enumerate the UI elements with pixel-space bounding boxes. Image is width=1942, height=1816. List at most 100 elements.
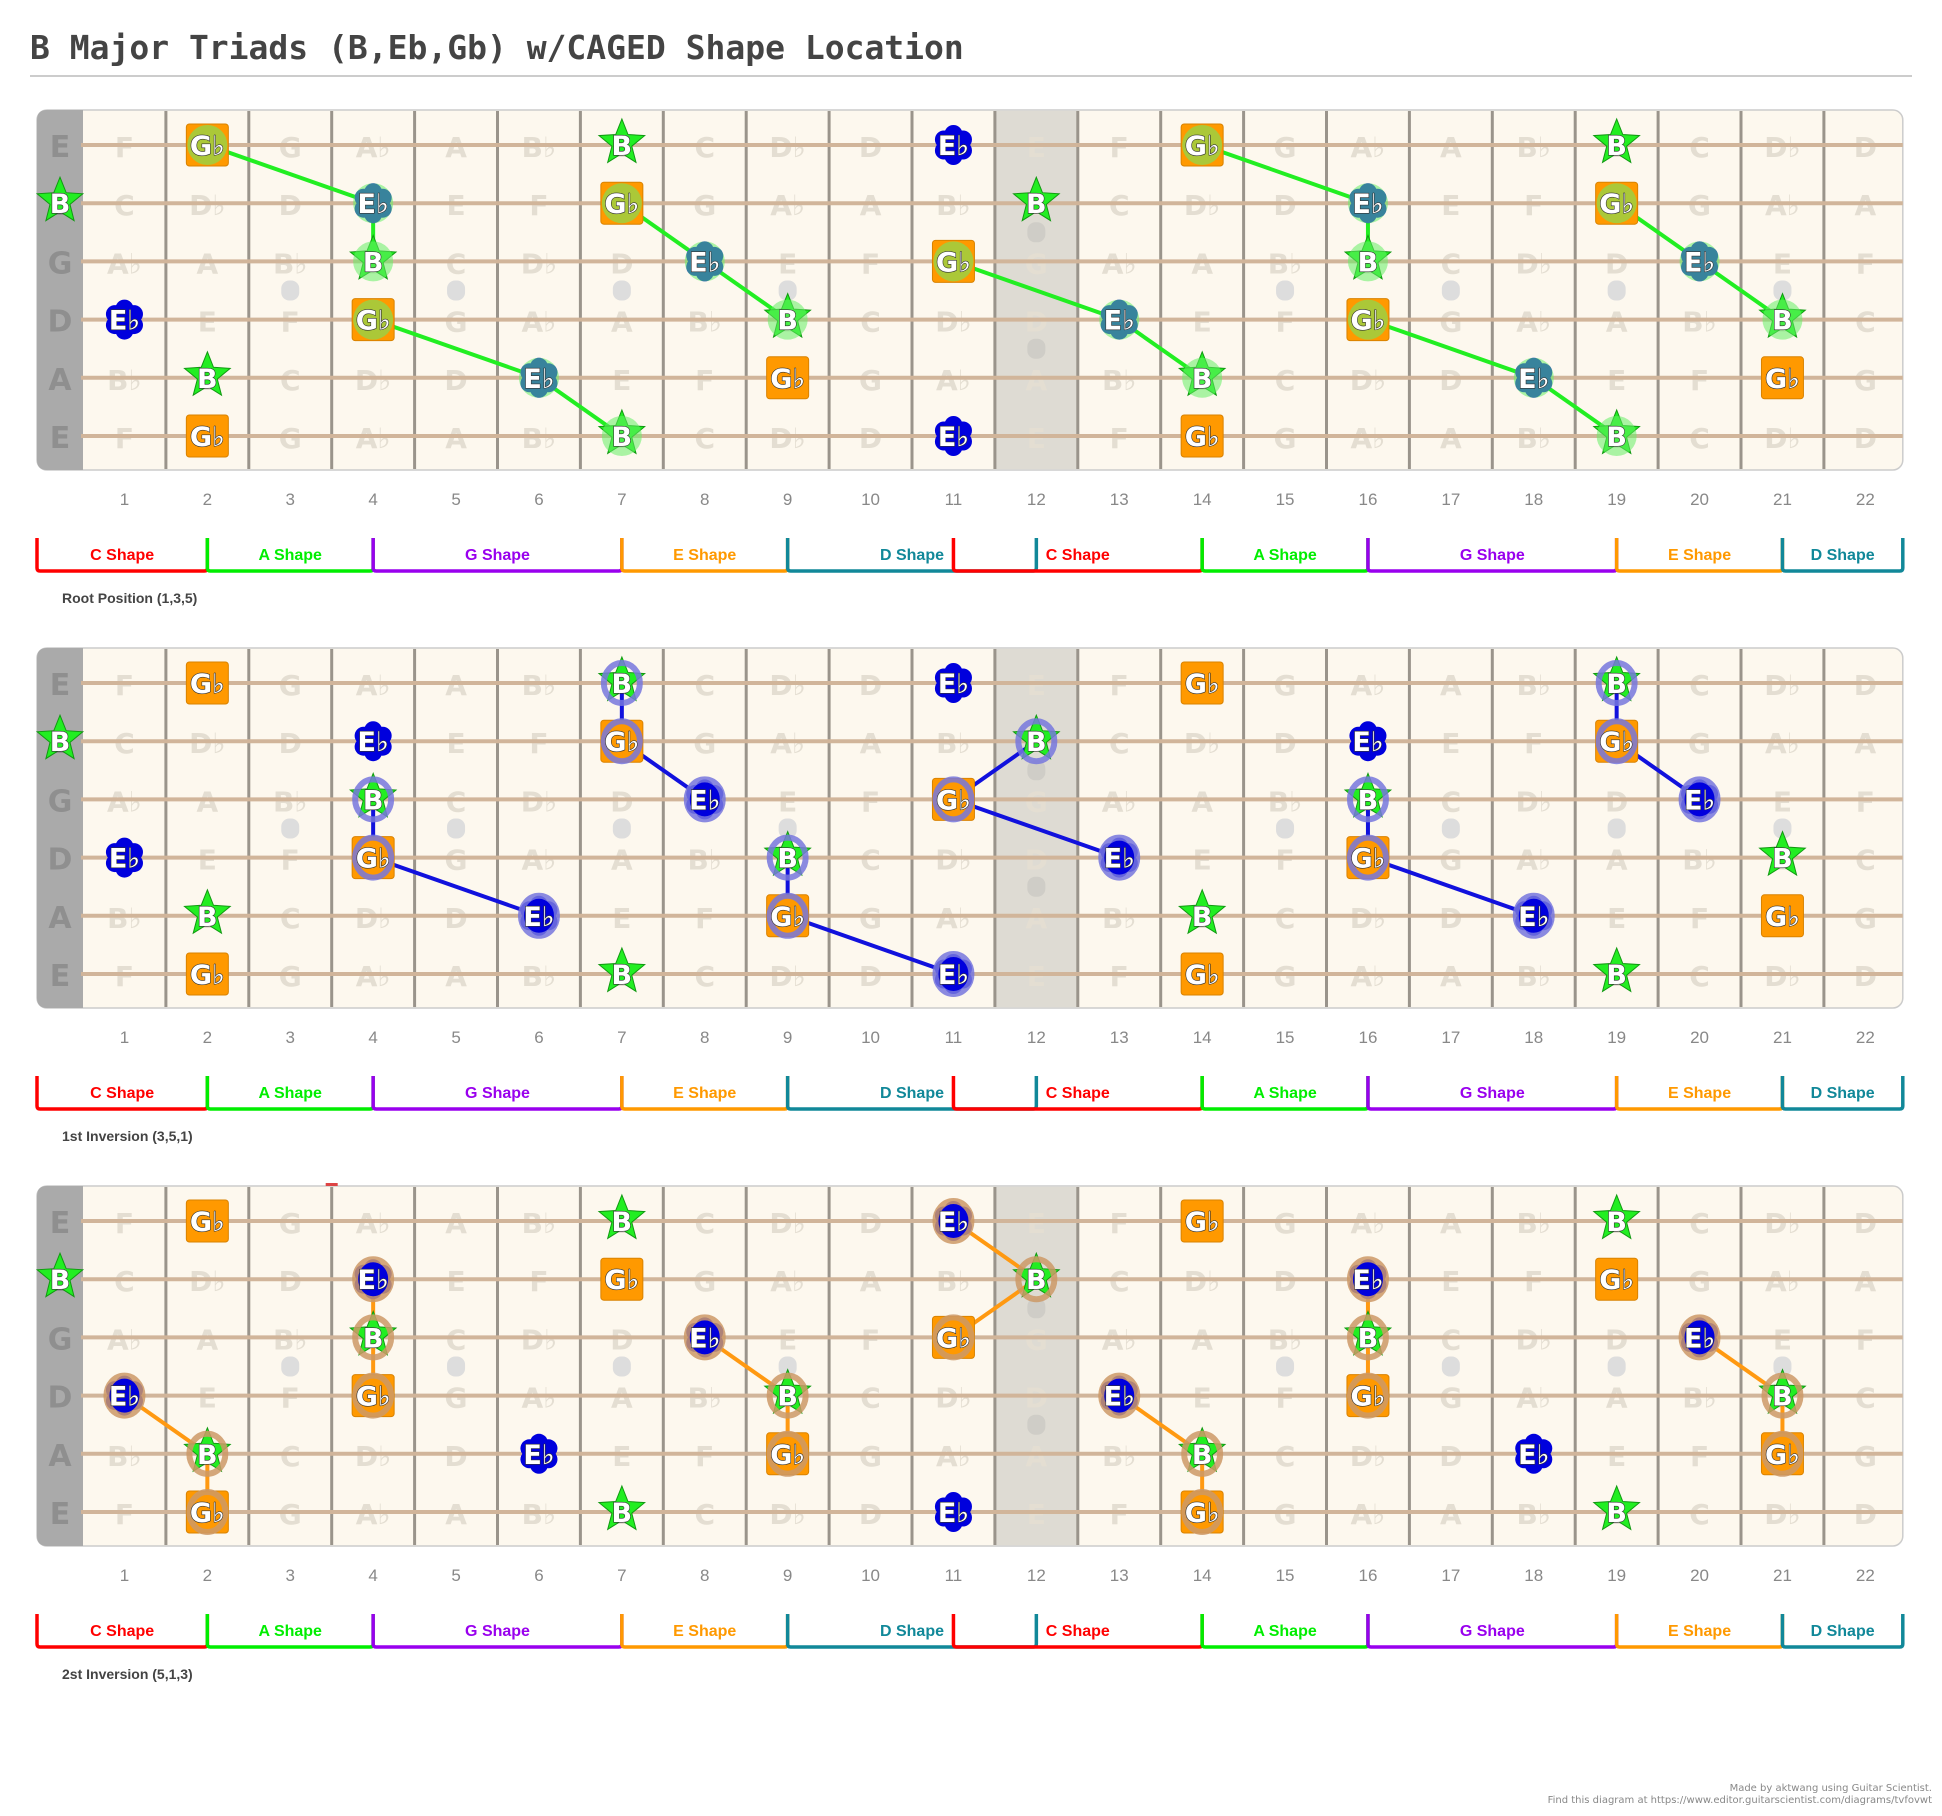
note-marker-gb[interactable]: G♭	[766, 356, 810, 400]
note-marker-eb[interactable]: E♭	[683, 776, 726, 823]
note-marker-eb[interactable]: E♭	[353, 183, 394, 224]
note-marker-gb[interactable]: G♭	[185, 1199, 229, 1243]
note-marker-eb[interactable]: E♭	[683, 1314, 726, 1361]
fret-number: 20	[1690, 1566, 1709, 1585]
note-marker-gb[interactable]: G♭	[1180, 661, 1224, 705]
note-marker-eb[interactable]: E♭	[105, 299, 143, 340]
note-marker-gb[interactable]: G♭	[931, 1314, 975, 1361]
caged-bracket-e-shape: E Shape	[620, 538, 790, 573]
note-marker-gb[interactable]: G♭	[1180, 1199, 1224, 1243]
note-marker-eb[interactable]: E♭	[932, 951, 975, 997]
note-marker-eb[interactable]: E♭	[934, 125, 972, 165]
note-marker-gb[interactable]: G♭	[1346, 834, 1390, 881]
fret-note-label: D♭	[1516, 247, 1552, 280]
note-label: B	[1192, 364, 1213, 395]
note-marker-gb[interactable]: G♭	[185, 123, 229, 167]
note-marker-gb[interactable]: G♭	[185, 414, 229, 458]
note-marker-gb[interactable]: G♭	[600, 1257, 644, 1301]
note-marker-eb[interactable]: E♭	[1346, 1256, 1389, 1303]
note-marker-eb[interactable]: E♭	[1512, 892, 1555, 939]
note-label: G♭	[770, 364, 805, 395]
note-marker-eb[interactable]: E♭	[934, 416, 972, 456]
fret-note-label: G	[1274, 131, 1297, 164]
fret-number: 4	[368, 1028, 377, 1047]
note-label: G♭	[936, 1323, 971, 1354]
note-marker-eb[interactable]: E♭	[934, 663, 972, 703]
note-marker-gb[interactable]: G♭	[185, 661, 229, 705]
fret-note-label: D	[1854, 960, 1877, 993]
fret-number: 5	[451, 1028, 460, 1047]
note-marker-gb[interactable]: G♭	[1180, 123, 1224, 167]
note-marker-gb[interactable]: G♭	[766, 892, 810, 939]
fretboard-svg: E F G♭ G A♭ A B♭ B C D♭ D E♭ E F G♭ G A♭ A B♭ B C D♭ D B C D♭ D E♭ E…	[35, 109, 1905, 606]
caged-shape-label: C Shape	[90, 1085, 154, 1102]
note-marker-gb[interactable]: G♭	[1595, 181, 1639, 225]
note-marker-gb[interactable]: G♭	[600, 181, 644, 225]
fret-note-label: F	[1110, 131, 1129, 164]
fret-number: 8	[700, 1566, 709, 1585]
note-marker-eb[interactable]: E♭	[518, 357, 559, 398]
note-marker-gb[interactable]: G♭	[1346, 1372, 1390, 1419]
fret-note-label: D♭	[1350, 1440, 1386, 1473]
fretboard-second-inversion: E F G♭ G A♭ A B♭ B C D♭ D E♭ E F G♭ G A♭ A B♭ B C D♭ D B C D♭ D E♭ E…	[0, 1181, 1942, 1721]
note-marker-gb[interactable]: G♭	[1180, 414, 1224, 458]
note-marker-gb[interactable]: G♭	[1180, 1489, 1224, 1535]
note-marker-eb[interactable]: E♭	[352, 1256, 395, 1303]
note-marker-gb[interactable]: G♭	[351, 834, 395, 881]
note-marker-eb[interactable]: E♭	[1098, 834, 1141, 881]
fret-number: 11	[945, 490, 963, 509]
fret-note-label: B♭	[1516, 960, 1551, 993]
fret-number: 13	[1110, 490, 1129, 509]
fret-note-label: C	[694, 960, 715, 993]
note-marker-eb[interactable]: E♭	[1515, 1433, 1553, 1474]
note-marker-gb[interactable]: G♭	[1760, 1430, 1804, 1477]
fret-note-label: C	[280, 364, 301, 397]
note-marker-gb[interactable]: G♭	[1595, 718, 1639, 765]
note-marker-gb[interactable]: G♭	[931, 776, 975, 823]
fret-note-label: A♭	[107, 785, 142, 818]
note-marker-gb[interactable]: G♭	[1346, 298, 1390, 342]
note-label: G♭	[604, 1265, 639, 1296]
fret-note-label: A♭	[1765, 1265, 1800, 1298]
fret-note-label: E	[446, 189, 465, 222]
note-marker-eb[interactable]: E♭	[1678, 776, 1721, 823]
note-marker-eb[interactable]: E♭	[932, 1198, 975, 1244]
fret-note-label: D♭	[1184, 1265, 1220, 1298]
note-marker-eb[interactable]: E♭	[520, 1433, 558, 1474]
note-marker-gb[interactable]: G♭	[766, 1430, 810, 1477]
note-marker-eb[interactable]: E♭	[517, 892, 560, 939]
fret-note-label: D♭	[769, 1498, 805, 1531]
note-marker-gb[interactable]: G♭	[1180, 952, 1224, 996]
note-marker-gb[interactable]: G♭	[351, 298, 395, 342]
note-marker-gb[interactable]: G♭	[185, 1489, 229, 1535]
note-marker-eb[interactable]: E♭	[1679, 241, 1720, 282]
fret-note-label: E	[198, 306, 217, 339]
note-marker-eb[interactable]: E♭	[1098, 1372, 1141, 1419]
note-marker-gb[interactable]: G♭	[351, 1372, 395, 1419]
fret-note-label: G	[279, 669, 302, 702]
note-marker-eb[interactable]: E♭	[105, 837, 143, 878]
note-marker-gb[interactable]: G♭	[1760, 356, 1804, 400]
caged-bracket-a-shape: A Shape	[1200, 1076, 1370, 1111]
caged-bracket-g-shape: G Shape	[1366, 1076, 1619, 1111]
note-marker-gb[interactable]: G♭	[1595, 1257, 1639, 1301]
note-marker-eb[interactable]: E♭	[1347, 183, 1388, 224]
note-marker-eb[interactable]: E♭	[1349, 721, 1387, 762]
note-marker-gb[interactable]: G♭	[600, 718, 644, 765]
note-label: E♭	[938, 422, 969, 453]
note-marker-gb[interactable]: G♭	[931, 239, 975, 283]
note-marker-eb[interactable]: E♭	[684, 241, 725, 282]
fret-note-label: C	[1689, 422, 1710, 455]
note-marker-eb[interactable]: E♭	[1099, 299, 1140, 340]
note-marker-gb[interactable]: G♭	[1760, 894, 1804, 938]
note-marker-eb[interactable]: E♭	[934, 1492, 972, 1532]
note-marker-eb[interactable]: E♭	[103, 1372, 146, 1419]
fret-note-label: A	[1855, 1265, 1877, 1298]
note-marker-eb[interactable]: E♭	[1513, 357, 1554, 398]
note-label: E♭	[523, 1440, 554, 1471]
note-marker-eb[interactable]: E♭	[1678, 1314, 1721, 1361]
note-marker-gb[interactable]: G♭	[185, 952, 229, 996]
fret-note-label: G	[1854, 364, 1877, 397]
note-marker-eb[interactable]: E♭	[354, 721, 392, 762]
fret-number: 13	[1110, 1028, 1129, 1047]
